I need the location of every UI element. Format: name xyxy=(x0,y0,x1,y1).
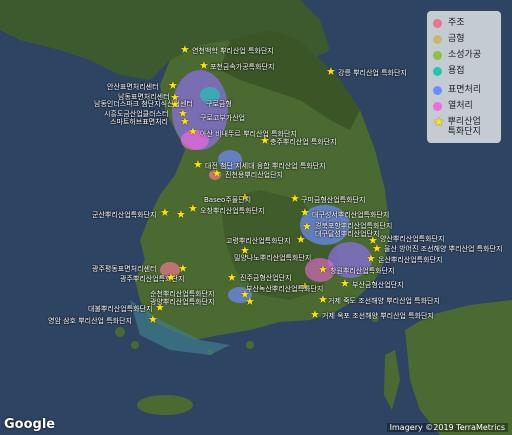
star-marker[interactable]: ★ xyxy=(318,294,328,305)
map-label[interactable]: 부산녹산뿌리산업특화단지 xyxy=(246,285,323,293)
legend-swatch xyxy=(433,86,442,95)
map-label[interactable]: Baseo주물단지 xyxy=(204,196,251,204)
map-label[interactable]: 대전 첨단 지세대 융합 뿌리산업 특화단지 xyxy=(205,162,326,170)
map-label[interactable]: 연천백학 뿌리산업 특화단지 xyxy=(192,47,274,55)
map-label[interactable]: 경북포항뿌리산업특화단지 xyxy=(315,222,392,230)
star-marker[interactable]: ★ xyxy=(245,296,255,307)
map-label[interactable]: 스마트허브표면처리 xyxy=(110,118,168,126)
legend-star-label-line1: 뿌리산업 xyxy=(447,117,481,127)
legend-star-label-line2: 특화단지 xyxy=(447,127,481,137)
imagery-attribution: Imagery ©2019 TerraMetrics xyxy=(386,423,508,432)
map-label[interactable]: 대구성서뿌리산업특화단지 xyxy=(312,211,389,219)
star-marker[interactable]: ★ xyxy=(300,207,310,218)
map-label[interactable]: 고령뿌리산업특화단지 xyxy=(226,237,290,245)
legend-panel: 주조 금형 소성가공 용접 표면처리 열처리 ★ 뿌리산업 특화단지 xyxy=(427,11,501,143)
star-marker[interactable]: ★ xyxy=(166,272,176,283)
legend-item: 용접 xyxy=(433,66,465,77)
legend-swatch xyxy=(433,35,442,44)
map-label[interactable]: 진천용뿌리산업단지 xyxy=(225,171,283,179)
map-label[interactable]: 밀양나노뿌리산업특화단지 xyxy=(234,254,311,262)
map-label[interactable]: 시흥도금산업클러스터 xyxy=(104,110,168,118)
star-marker[interactable]: ★ xyxy=(188,203,198,214)
map-label[interactable]: 대불뿌리산업특화단지 xyxy=(88,305,152,313)
star-marker[interactable]: ★ xyxy=(310,309,320,320)
legend-label: 소성가공 xyxy=(448,50,482,60)
star-marker[interactable]: ★ xyxy=(180,44,190,55)
map-label[interactable]: 창원뿌리산업특화단지 xyxy=(330,267,394,275)
map-label[interactable]: 구로고부가산업 xyxy=(200,114,245,122)
map-label[interactable]: 광주평동표면처리센터 xyxy=(92,265,156,273)
star-marker[interactable]: ★ xyxy=(296,234,306,245)
legend-label: 표면처리 xyxy=(448,85,482,95)
star-icon: ★ xyxy=(433,115,445,130)
legend-label: 열처리 xyxy=(448,101,473,111)
map-label[interactable]: 온산뿌리산업특화단지 xyxy=(378,256,442,264)
map-label[interactable]: 진주금형산업단지 xyxy=(240,274,292,282)
legend-label: 용접 xyxy=(448,66,465,76)
map-label[interactable]: 거제 죽도 조선해양 뿌리산업 특화단지 xyxy=(328,297,440,305)
map-label[interactable]: 강릉 뿌리산업 특화단지 xyxy=(338,69,407,77)
legend-item: 표면처리 xyxy=(433,85,481,96)
map-label[interactable]: 아산 비내뚜르 뿌리산업 특화단지 xyxy=(200,130,297,138)
map-label[interactable]: 군산뿌리산업특화단지 xyxy=(92,211,156,219)
legend-label: 주조 xyxy=(448,18,465,28)
star-marker[interactable]: ★ xyxy=(160,207,170,218)
map-label[interactable]: 충주뿌리산업 특화단지 xyxy=(270,138,337,146)
map-label[interactable]: 양산뿌리산업특화단지 xyxy=(380,235,444,243)
map-label[interactable]: 부산금형산업단지 xyxy=(352,281,404,289)
star-marker[interactable]: ★ xyxy=(176,209,186,220)
map-label[interactable]: 구미금형산업특화단지 xyxy=(301,196,365,204)
legend-item-star: ★ 뿌리산업 특화단지 xyxy=(433,115,481,137)
legend-swatch xyxy=(433,51,442,60)
star-marker[interactable]: ★ xyxy=(212,168,222,179)
star-marker[interactable]: ★ xyxy=(260,135,270,146)
star-marker[interactable]: ★ xyxy=(199,60,209,71)
legend-item: 열처리 xyxy=(433,101,473,112)
star-marker[interactable]: ★ xyxy=(178,263,188,274)
star-marker[interactable]: ★ xyxy=(155,302,165,313)
legend-item: 금형 xyxy=(433,34,465,45)
legend-item: 소성가공 xyxy=(433,50,481,61)
map-label[interactable]: 영암 삼호 뿌리산업 특화단지 xyxy=(48,317,132,325)
star-marker[interactable]: ★ xyxy=(188,126,198,137)
map-canvas[interactable]: ★ 연천백학 뿌리산업 특화단지 ★ 포천금속가공특화단지 ★ 강릉 뿌리산업 … xyxy=(0,0,512,435)
map-label[interactable]: 울산 방어진 조선해양 뿌리산업 특화단지 xyxy=(384,245,502,253)
map-label[interactable]: 거제 옥포 조선해양 뿌리산업 특화단지 xyxy=(322,312,434,320)
legend-swatch xyxy=(433,67,442,76)
map-label[interactable]: 포천금속가공특화단지 xyxy=(210,63,274,71)
star-marker[interactable]: ★ xyxy=(290,193,300,204)
legend-item: 주조 xyxy=(433,18,465,29)
star-marker[interactable]: ★ xyxy=(366,253,376,264)
star-marker[interactable]: ★ xyxy=(326,66,336,77)
map-label[interactable]: 순천뿌리산업특화단지 xyxy=(150,290,214,298)
star-marker[interactable]: ★ xyxy=(168,80,178,91)
legend-swatch xyxy=(433,19,442,28)
star-marker[interactable]: ★ xyxy=(340,278,350,289)
star-marker[interactable]: ★ xyxy=(227,272,237,283)
map-label[interactable]: 안산표면처리센터 xyxy=(107,83,159,91)
legend-label: 금형 xyxy=(448,34,465,44)
star-marker[interactable]: ★ xyxy=(193,159,203,170)
google-logo[interactable]: Google xyxy=(4,417,55,432)
jeju-island xyxy=(137,395,193,415)
legend-swatch xyxy=(433,102,442,111)
map-label[interactable]: 오창뿌리산업특화단지 xyxy=(200,207,264,215)
star-marker[interactable]: ★ xyxy=(318,264,328,275)
star-marker[interactable]: ★ xyxy=(302,221,312,232)
map-label[interactable]: 구로금형 xyxy=(206,100,232,108)
star-marker[interactable]: ★ xyxy=(148,314,158,325)
